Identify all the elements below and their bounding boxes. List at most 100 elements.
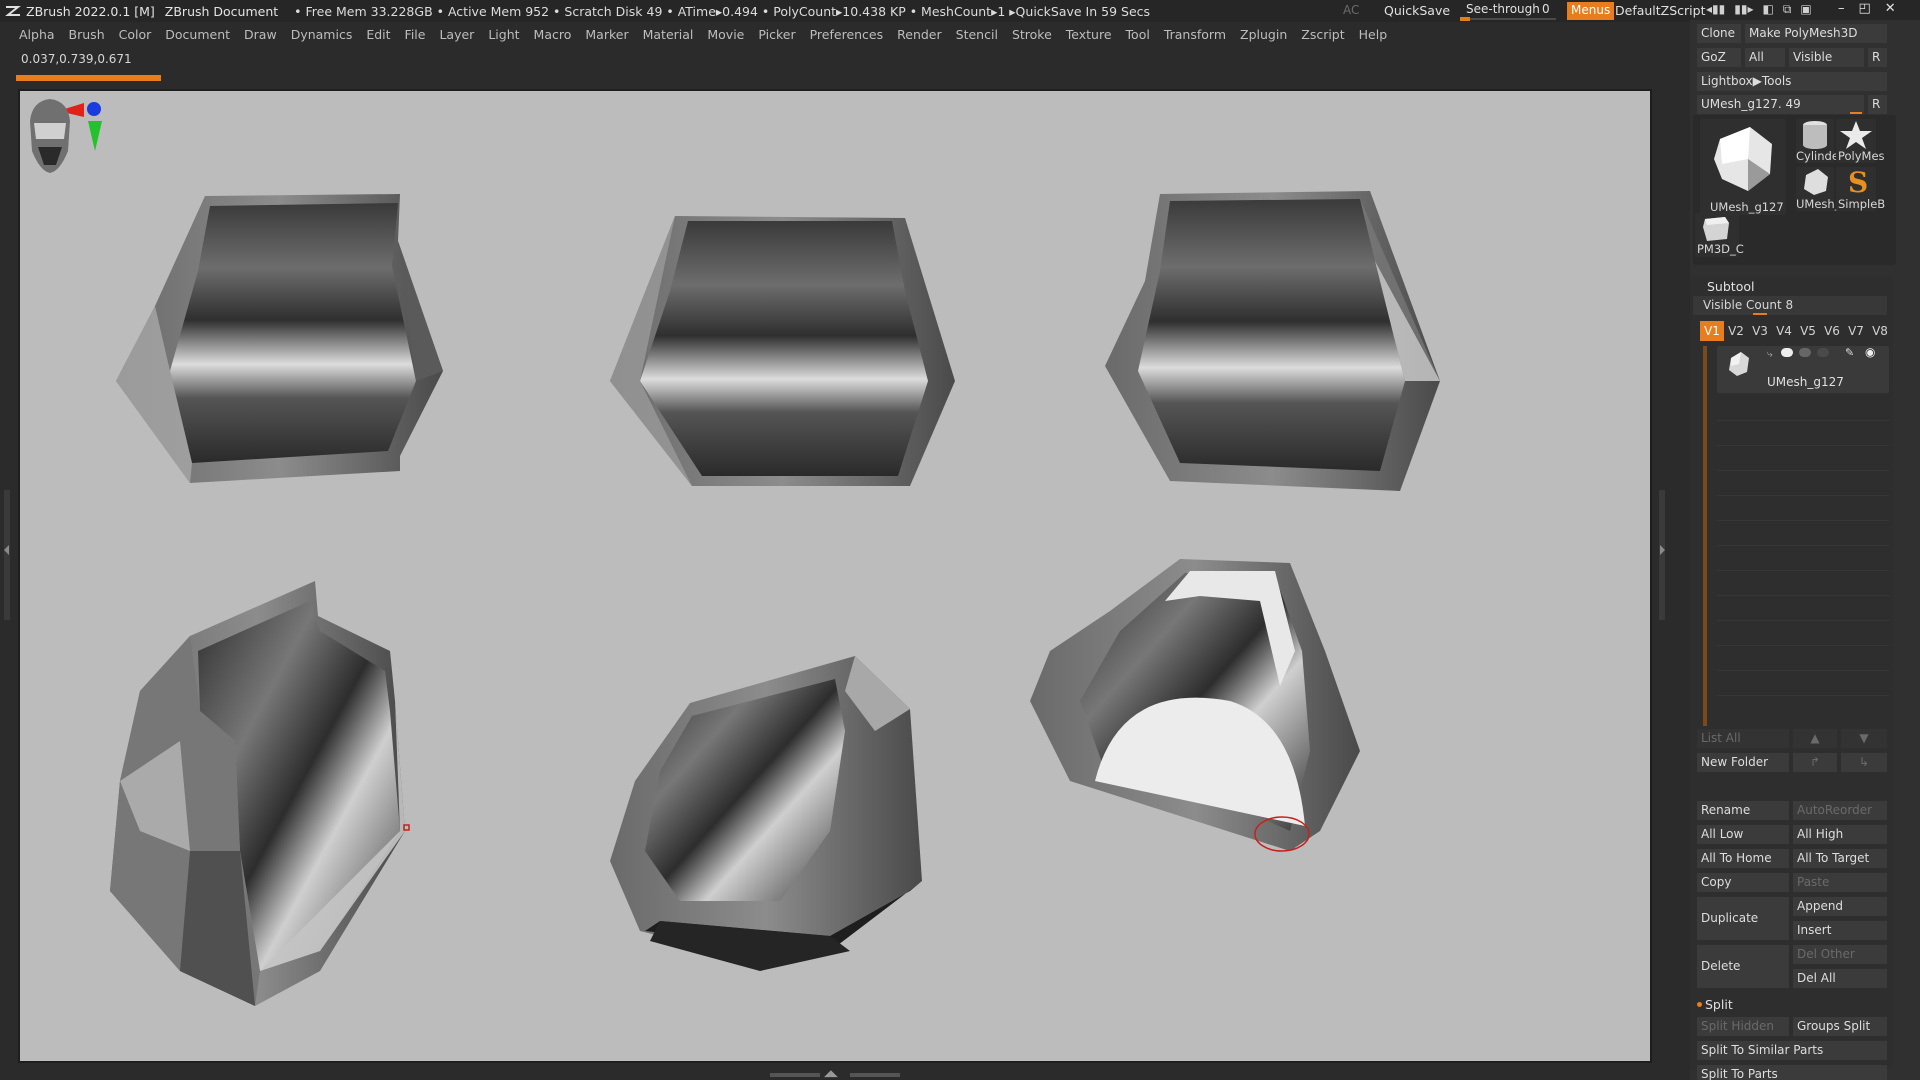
split-to-parts-button[interactable]: Split To Parts [1697,1065,1887,1080]
subtool-brush-icon[interactable]: ✎ [1845,346,1854,359]
version-tab-v3[interactable]: V3 [1748,321,1772,341]
menu-movie[interactable]: Movie [702,27,753,45]
version-tab-v1[interactable]: V1 [1700,321,1724,341]
goz-visible-button[interactable]: Visible [1789,48,1864,67]
version-tab-v8[interactable]: V8 [1868,321,1892,341]
delete-button[interactable]: Delete [1697,945,1789,988]
menu-file[interactable]: File [400,27,435,45]
menu-render[interactable]: Render [892,27,951,45]
goz-button[interactable]: GoZ [1697,48,1741,67]
split-section-title[interactable]: Split [1705,997,1733,1012]
subtool-polypaint-icon[interactable] [1781,348,1793,357]
orientation-head-icon[interactable] [20,91,80,181]
layout-right-icon[interactable]: ▮▮▸ [1734,2,1753,17]
visible-count-knob[interactable] [1753,313,1767,315]
folder-up-icon[interactable]: ↱ [1793,753,1837,772]
see-through-slider[interactable]: See-through 0 [1458,1,1558,21]
left-tray-handle[interactable] [4,490,10,620]
split-similar-parts-button[interactable]: Split To Similar Parts [1697,1041,1887,1060]
clone-button[interactable]: Clone [1697,24,1741,43]
menu-color[interactable]: Color [114,27,161,45]
tool-thumb-simplebrush[interactable]: S SimpleB [1836,166,1885,211]
layout-left-icon[interactable]: ◂▮▮ [1706,2,1725,17]
menu-alpha[interactable]: Alpha [14,27,64,45]
subtool-row[interactable]: ⤷ ✎ ◉ UMesh_g127 [1717,345,1889,393]
goz-all-button[interactable]: All [1745,48,1785,67]
menu-help[interactable]: Help [1354,27,1397,45]
menu-layer[interactable]: Layer [434,27,483,45]
rename-button[interactable]: Rename [1697,801,1789,820]
menu-document[interactable]: Document [160,27,239,45]
version-tab-v2[interactable]: V2 [1724,321,1748,341]
move-down-icon[interactable]: ▼ [1841,729,1887,748]
del-all-button[interactable]: Del All [1793,969,1887,988]
subtool-dynamesh-icon[interactable] [1817,348,1829,357]
menu-texture[interactable]: Texture [1061,27,1121,45]
subtool-material-icon[interactable] [1799,348,1811,357]
window-arrange-icon[interactable]: ◧ [1762,2,1773,17]
visible-count-slider[interactable]: Visible Count 8 [1693,296,1887,315]
append-button[interactable]: Append [1793,897,1887,916]
del-other-button[interactable]: Del Other [1793,945,1887,964]
default-zscript-button[interactable]: DefaultZScript [1615,3,1706,18]
right-tray-handle[interactable] [1659,490,1665,620]
subtool-scrollbar[interactable] [1703,346,1707,726]
window-restore-icon[interactable]: ▣ [1800,2,1811,17]
insert-button[interactable]: Insert [1793,921,1887,940]
menu-light[interactable]: Light [483,27,528,45]
list-all-button[interactable]: List All [1697,729,1789,748]
tool-thumb-pm3d[interactable]: PM3D_C [1695,213,1744,257]
duplicate-button[interactable]: Duplicate [1697,897,1789,940]
menu-stencil[interactable]: Stencil [951,27,1007,45]
ac-label[interactable]: AC [1343,3,1359,17]
menu-brush[interactable]: Brush [64,27,114,45]
all-low-button[interactable]: All Low [1697,825,1789,844]
tool-thumb-cylinder[interactable]: Cylinder [1796,119,1844,163]
version-tab-v6[interactable]: V6 [1820,321,1844,341]
window-swap-icon[interactable]: ⧉ [1783,2,1792,17]
menu-tool[interactable]: Tool [1121,27,1159,45]
viewport-canvas[interactable] [18,89,1652,1063]
close-icon[interactable]: ✕ [1885,1,1896,16]
tool-thumb-umesh-main[interactable]: UMesh_g127 [1700,119,1786,215]
quicksave-button[interactable]: QuickSave [1380,1,1454,20]
new-folder-button[interactable]: New Folder [1697,753,1789,772]
copy-button[interactable]: Copy [1697,873,1789,892]
auto-reorder-button[interactable]: AutoReorder [1793,801,1887,820]
menu-zplugin[interactable]: Zplugin [1235,27,1296,45]
menu-draw[interactable]: Draw [239,27,286,45]
menu-material[interactable]: Material [638,27,703,45]
tool-thumb-polymesh[interactable]: PolyMes [1836,119,1885,163]
current-tool-slider[interactable]: UMesh_g127. 49 [1697,95,1864,114]
minimize-icon[interactable]: – [1838,1,1845,16]
chevron-up-icon[interactable]: ◢◣ [824,1069,838,1079]
tool-r-button[interactable]: R [1868,95,1887,114]
menu-zscript[interactable]: Zscript [1296,27,1353,45]
menu-stroke[interactable]: Stroke [1007,27,1061,45]
see-through-knob[interactable] [1460,17,1470,21]
bottom-shelf-handle[interactable]: ◢◣ [770,1069,900,1079]
menu-transform[interactable]: Transform [1159,27,1235,45]
version-tab-v4[interactable]: V4 [1772,321,1796,341]
tool-thumb-umesh-small[interactable]: UMesh_ [1796,167,1840,211]
paste-button[interactable]: Paste [1793,873,1887,892]
subtool-title[interactable]: Subtool [1707,279,1754,294]
move-up-icon[interactable]: ▲ [1793,729,1837,748]
menu-edit[interactable]: Edit [361,27,399,45]
subtool-arrow-icon[interactable]: ⤷ [1767,349,1773,360]
all-high-button[interactable]: All High [1793,825,1887,844]
menu-picker[interactable]: Picker [753,27,804,45]
axis-y-icon[interactable] [88,121,102,151]
menu-macro[interactable]: Macro [529,27,581,45]
folder-down-icon[interactable]: ↳ [1841,753,1887,772]
all-to-home-button[interactable]: All To Home [1697,849,1789,868]
all-to-target-button[interactable]: All To Target [1793,849,1887,868]
groups-split-button[interactable]: Groups Split [1793,1017,1887,1036]
version-tab-v5[interactable]: V5 [1796,321,1820,341]
lightbox-tools-button[interactable]: Lightbox▶Tools [1697,72,1887,91]
axis-z-icon[interactable] [87,102,101,116]
menus-toggle-button[interactable]: Menus [1567,2,1615,20]
maximize-icon[interactable]: ◰ [1859,1,1871,16]
subtool-eye-icon[interactable]: ◉ [1865,345,1875,359]
split-hidden-button[interactable]: Split Hidden [1697,1017,1789,1036]
